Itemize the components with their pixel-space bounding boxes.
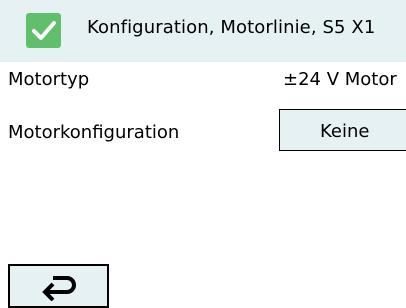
motor-config-screen: Konfiguration, Motorlinie, S5 X1 Motorty… bbox=[0, 0, 406, 308]
motorkonfiguration-label: Motorkonfiguration bbox=[8, 122, 180, 143]
motorkonfiguration-select[interactable]: Keine bbox=[279, 109, 406, 151]
header-bar: Konfiguration, Motorlinie, S5 X1 bbox=[0, 0, 406, 62]
page-title: Konfiguration, Motorlinie, S5 X1 bbox=[87, 17, 376, 38]
motortyp-value: ±24 V Motor bbox=[283, 69, 397, 90]
back-button[interactable] bbox=[8, 264, 109, 308]
motorkonfiguration-selected-value: Keine bbox=[320, 121, 370, 142]
motortyp-label: Motortyp bbox=[8, 69, 90, 90]
return-arrow-icon bbox=[42, 276, 76, 301]
checkmark-icon bbox=[26, 13, 61, 48]
